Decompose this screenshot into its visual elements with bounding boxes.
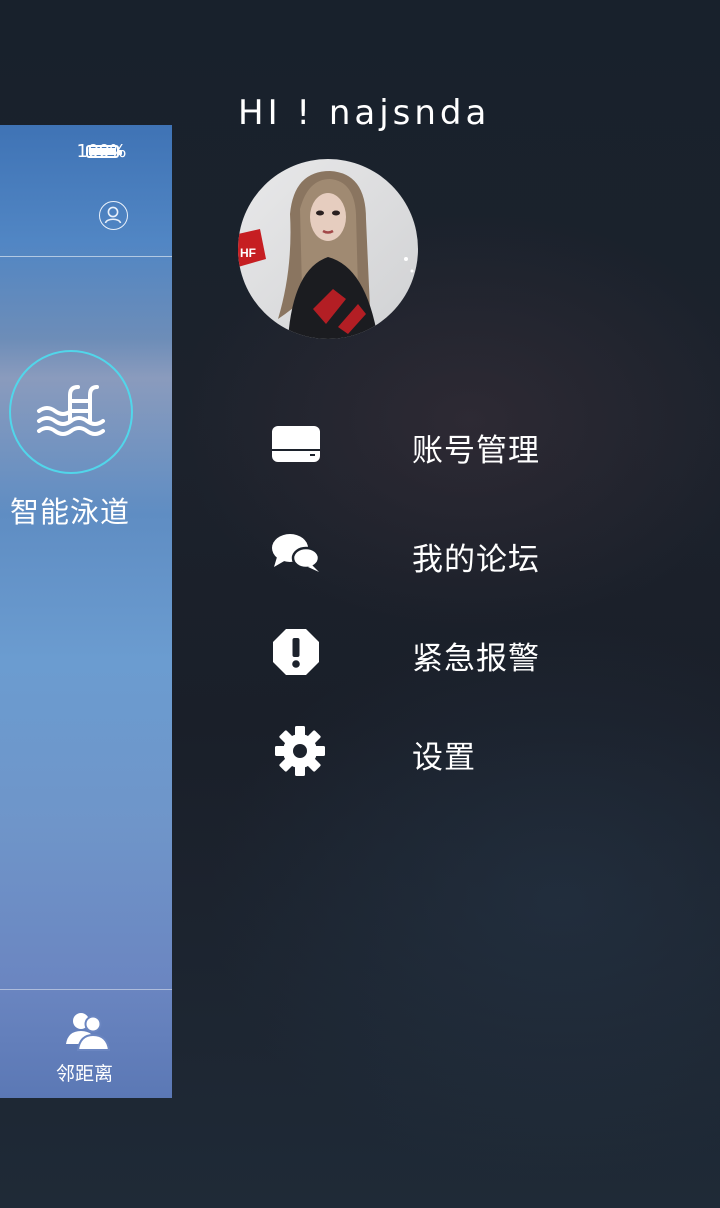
greeting-text: HI ! najsnda — [238, 93, 491, 133]
card-icon — [260, 409, 332, 479]
app-main-screen-preview[interactable]: 100% 智能泳道 邻距离 — [0, 125, 172, 1098]
battery-icon — [86, 145, 122, 158]
smart-lane-button[interactable] — [9, 350, 133, 474]
person-icon — [104, 206, 122, 224]
menu-settings[interactable]: 设置 — [260, 716, 580, 786]
smart-lane-label: 智能泳道 — [10, 495, 131, 529]
menu-label: 账号管理 — [412, 433, 540, 469]
menu-account-management[interactable]: 账号管理 — [260, 409, 580, 479]
swimming-pool-icon — [37, 385, 105, 436]
header-divider — [0, 256, 172, 257]
svg-text:HF: HF — [240, 246, 256, 260]
alert-octagon-icon — [260, 617, 332, 687]
menu-emergency-alarm[interactable]: 紧急报警 — [260, 617, 580, 687]
people-icon — [66, 1013, 111, 1051]
tab-neighbor-label: 邻距离 — [56, 1063, 114, 1085]
avatar-photo: HF — [238, 159, 418, 339]
user-avatar[interactable]: HF — [238, 159, 418, 339]
chat-bubbles-icon — [260, 518, 332, 588]
menu-my-forum[interactable]: 我的论坛 — [260, 518, 580, 588]
gear-icon — [264, 716, 336, 786]
menu-label: 紧急报警 — [412, 641, 540, 677]
menu-label: 我的论坛 — [412, 542, 540, 578]
profile-button[interactable] — [99, 201, 128, 230]
menu-label: 设置 — [412, 740, 476, 776]
tabbar-divider — [0, 989, 172, 990]
